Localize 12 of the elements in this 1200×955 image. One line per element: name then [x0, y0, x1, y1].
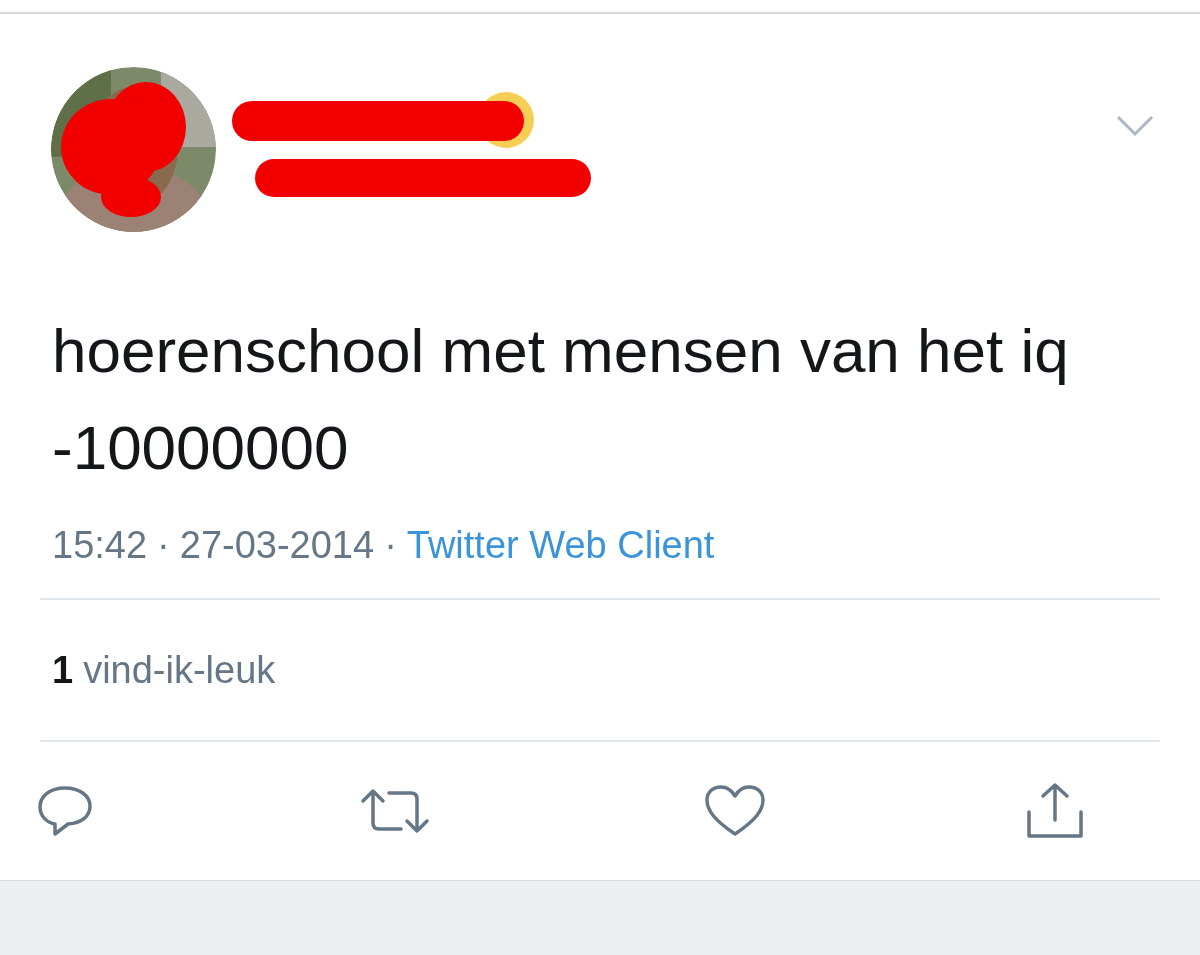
reply-icon[interactable] — [35, 784, 95, 838]
separator: · — [157, 522, 170, 568]
separator: · — [384, 522, 397, 568]
tweet-date: 27-03-2014 — [179, 522, 375, 568]
retweet-icon[interactable] — [359, 787, 431, 835]
like-count: 1 — [52, 647, 74, 693]
source-link[interactable]: Twitter Web Client — [406, 516, 715, 574]
heart-icon[interactable] — [704, 784, 766, 838]
tweet-time: 15:42 — [52, 522, 148, 568]
like-label[interactable]: vind-ik-leuk — [83, 641, 276, 699]
share-icon[interactable] — [1025, 782, 1085, 840]
tweet-text: hoerenschool met mensen van het iq -10000000 — [52, 315, 1070, 484]
